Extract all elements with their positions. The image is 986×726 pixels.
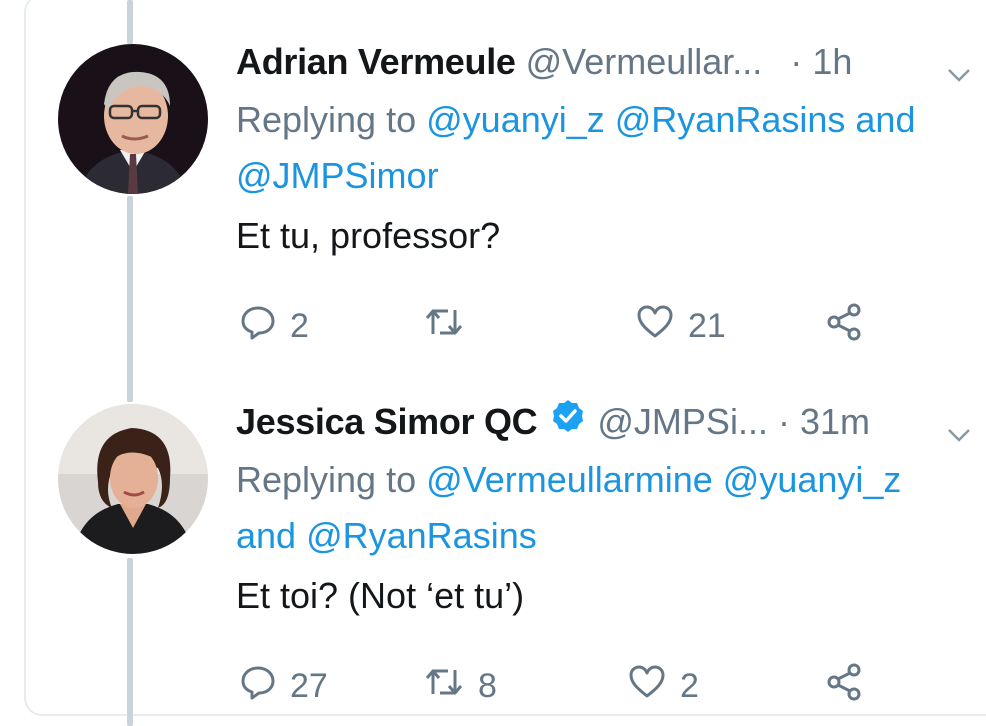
username[interactable]: @Vermeullar...: [526, 41, 763, 82]
username[interactable]: @JMPSi...: [597, 401, 768, 442]
timestamp[interactable]: 1h: [812, 41, 852, 82]
like-icon: [636, 304, 674, 349]
reply-button[interactable]: 27: [240, 656, 328, 716]
tweet-text: Et toi? (Not ‘et tu’): [236, 575, 525, 616]
reply-button[interactable]: 2: [240, 296, 309, 356]
share-icon: [826, 663, 862, 710]
display-name[interactable]: Jessica Simor QC: [236, 401, 538, 442]
mention-links[interactable]: @Vermeullarmine @yuanyi_z: [426, 459, 901, 500]
share-button[interactable]: [826, 656, 862, 716]
tweet-header: Adrian Vermeule @Vermeullar... · 1h: [236, 32, 976, 92]
tweet[interactable]: Jessica Simor QC @JMPSi... · 31m Replyin…: [236, 392, 976, 716]
reply-count: 27: [290, 666, 328, 705]
replying-to: Replying to @Vermeullarmine @yuanyi_z: [236, 452, 976, 508]
share-icon: [826, 303, 862, 350]
like-button[interactable]: 21: [636, 296, 726, 356]
separator-dot: ·: [777, 401, 790, 442]
timestamp[interactable]: 31m: [800, 401, 870, 442]
chevron-down-icon[interactable]: [946, 406, 972, 466]
reply-icon: [240, 664, 276, 709]
retweet-button[interactable]: [424, 296, 478, 356]
tweet-header: Jessica Simor QC @JMPSi... · 31m: [236, 392, 976, 452]
like-icon: [628, 664, 666, 709]
verified-badge-icon: [551, 391, 585, 451]
thread-connector: [127, 558, 133, 726]
tweet[interactable]: Adrian Vermeule @Vermeullar... · 1h Repl…: [236, 32, 976, 356]
mention-and: and: [855, 99, 916, 140]
avatar[interactable]: [58, 404, 208, 554]
timeline: Adrian Vermeule @Vermeullar... · 1h Repl…: [0, 0, 986, 726]
replying-to: Replying to @yuanyi_z @RyanRasins and: [236, 92, 976, 148]
tweet-actions: 27 8 2: [236, 656, 976, 716]
mention-and: and: [236, 515, 297, 556]
like-count: 2: [680, 666, 699, 705]
replying-to-continued: @JMPSimor: [236, 148, 976, 204]
reply-icon: [240, 304, 276, 349]
thread-connector: [127, 0, 133, 44]
separator-dot: ·: [790, 41, 803, 82]
thread-connector: [127, 196, 133, 402]
chevron-down-icon[interactable]: [946, 46, 972, 106]
replying-to-continued: and @RyanRasins: [236, 508, 976, 564]
like-button[interactable]: 2: [628, 656, 699, 716]
like-count: 21: [688, 306, 726, 345]
tweet-actions: 2 21: [236, 296, 976, 356]
reply-count: 2: [290, 306, 309, 345]
mention-link[interactable]: @JMPSimor: [236, 155, 439, 196]
mention-links[interactable]: @yuanyi_z @RyanRasins: [426, 99, 845, 140]
replying-label: Replying to: [236, 99, 417, 140]
replying-label: Replying to: [236, 459, 417, 500]
retweet-button[interactable]: 8: [424, 656, 497, 716]
share-button[interactable]: [826, 296, 862, 356]
tweet-text: Et tu, professor?: [236, 215, 501, 256]
display-name[interactable]: Adrian Vermeule: [236, 41, 516, 82]
retweet-icon: [424, 664, 464, 709]
retweet-icon: [424, 304, 464, 349]
retweet-count: 8: [478, 666, 497, 705]
mention-link[interactable]: @RyanRasins: [306, 515, 537, 556]
avatar[interactable]: [58, 44, 208, 194]
